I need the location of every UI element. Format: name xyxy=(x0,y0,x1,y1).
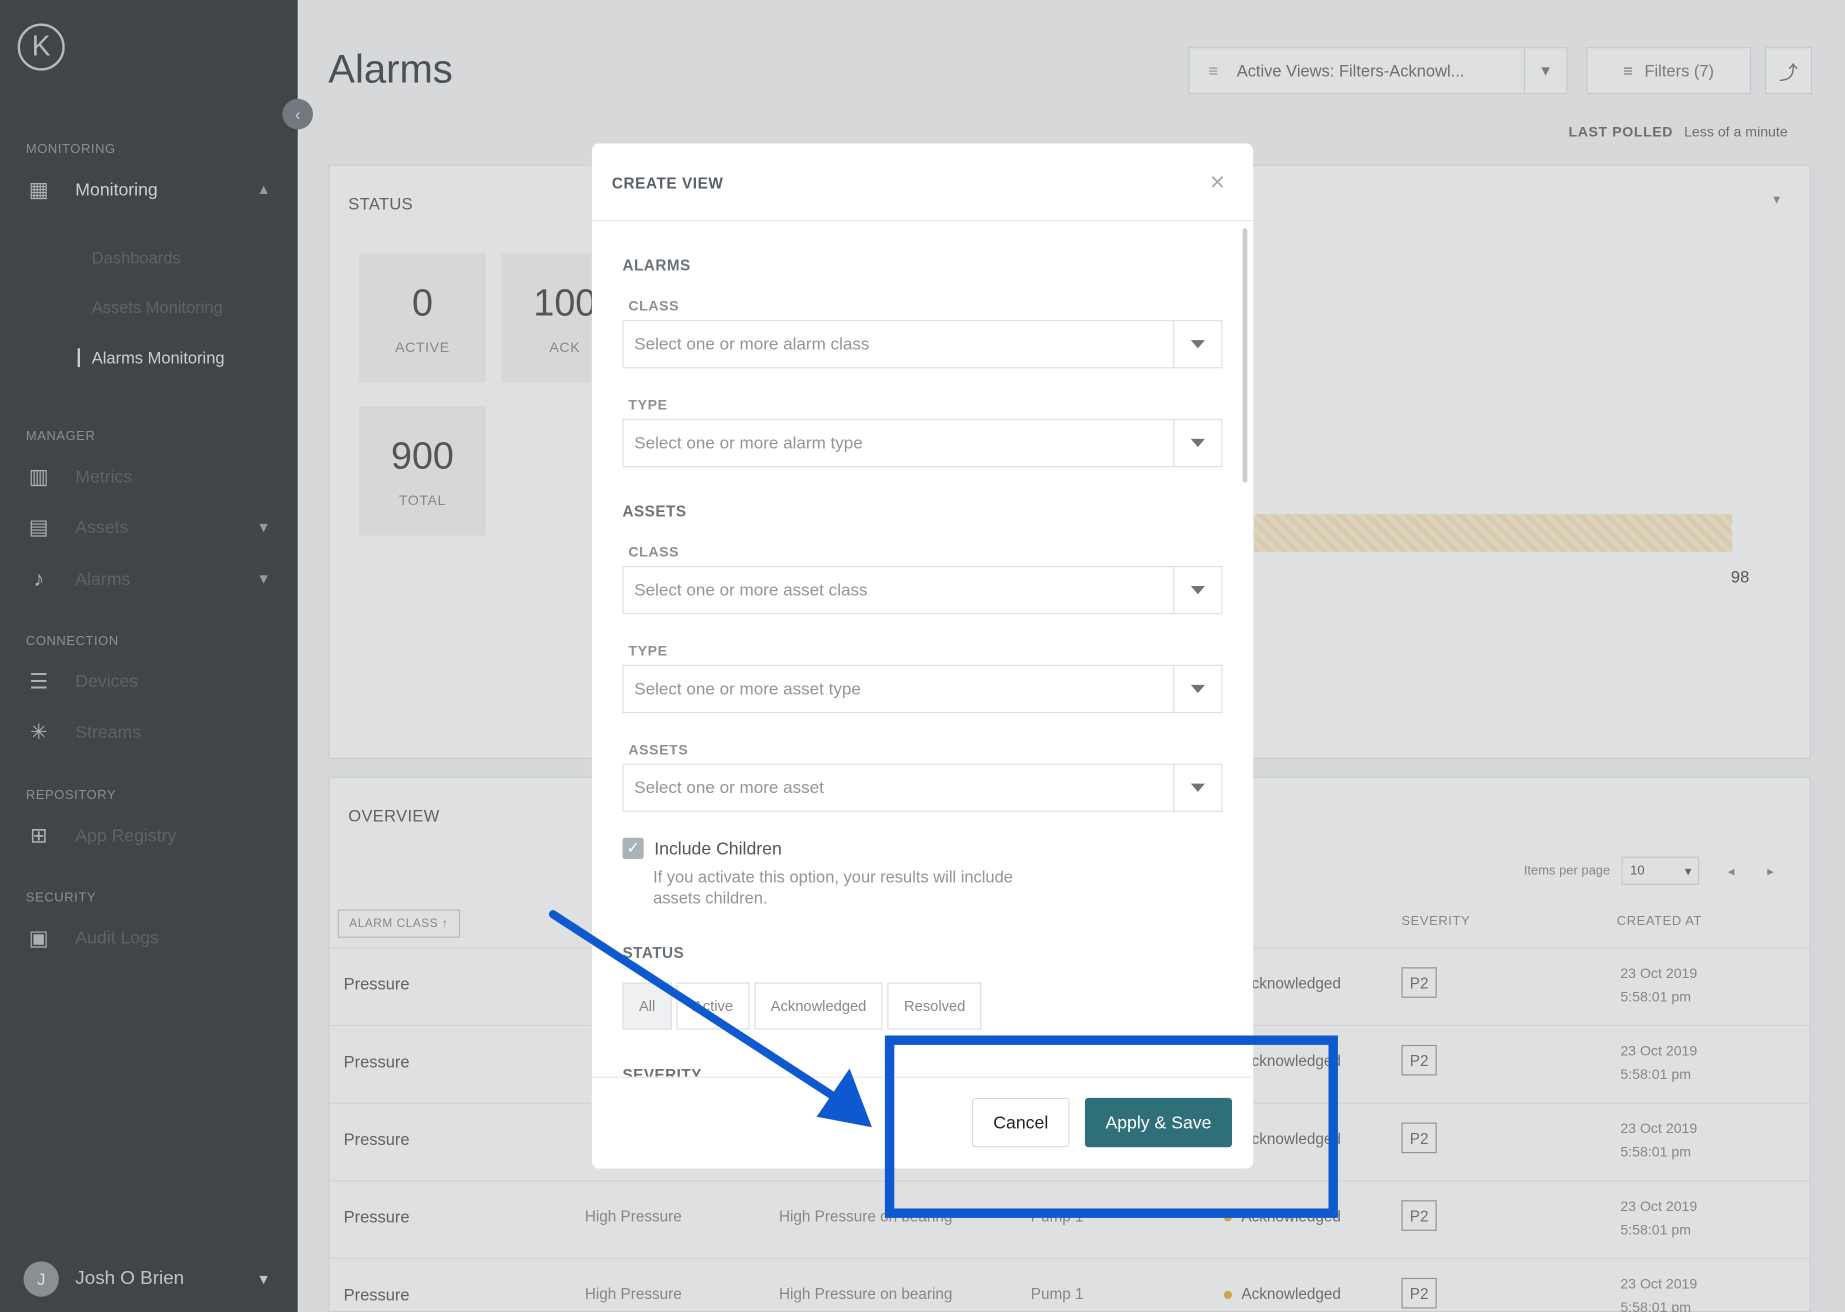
asset-class-select[interactable]: Select one or more asset class xyxy=(622,565,1223,615)
include-children-help: If you activate this option, your result… xyxy=(653,867,1013,908)
assets-label: ASSETS xyxy=(628,741,689,758)
alarms-section-title: ALARMS xyxy=(622,256,691,275)
status-resolved-button[interactable]: Resolved xyxy=(887,982,982,1030)
asset-class-label: CLASS xyxy=(628,543,680,561)
chevron-down-icon[interactable] xyxy=(1173,321,1221,368)
assets-section-title: ASSETS xyxy=(622,502,687,521)
alarm-class-select[interactable]: Select one or more alarm class xyxy=(622,320,1223,369)
status-acknowledged-button[interactable]: Acknowledged xyxy=(754,982,883,1030)
chevron-down-icon[interactable] xyxy=(1173,764,1221,811)
asset-type-label: TYPE xyxy=(628,642,668,659)
app-screen: K ‹ MONITORING ▦ Monitoring ▲ Dashboards… xyxy=(0,0,1845,1312)
chevron-down-icon[interactable] xyxy=(1173,420,1221,466)
status-toggle-group: All Active Acknowledged Resolved xyxy=(622,982,982,1030)
alarm-type-placeholder: Select one or more alarm type xyxy=(634,433,863,453)
modal-scrollbar[interactable] xyxy=(1242,228,1248,483)
close-icon[interactable]: × xyxy=(1210,167,1225,198)
asset-type-placeholder: Select one or more asset type xyxy=(634,679,861,699)
include-children-checkbox[interactable]: ✓ xyxy=(622,837,644,859)
assets-select[interactable]: Select one or more asset xyxy=(622,763,1223,812)
include-children-label: Include Children xyxy=(654,838,782,859)
include-children-row[interactable]: ✓ Include Children xyxy=(622,837,782,859)
alarm-class-label: CLASS xyxy=(628,297,680,315)
asset-type-select[interactable]: Select one or more asset type xyxy=(622,664,1223,714)
status-all-button[interactable]: All xyxy=(622,982,672,1030)
chevron-down-icon[interactable] xyxy=(1173,567,1221,614)
create-view-modal: CREATE VIEW × ALARMS CLASS Select one or… xyxy=(591,143,1254,1169)
asset-class-placeholder: Select one or more asset class xyxy=(634,580,868,600)
assets-placeholder: Select one or more asset xyxy=(634,778,824,798)
alarm-class-placeholder: Select one or more alarm class xyxy=(634,334,870,354)
modal-header: CREATE VIEW × xyxy=(591,144,1254,222)
alarm-type-select[interactable]: Select one or more alarm type xyxy=(622,418,1223,468)
chevron-down-icon[interactable] xyxy=(1173,666,1221,712)
status-active-button[interactable]: Active xyxy=(676,982,750,1030)
alarm-type-label: TYPE xyxy=(628,396,668,414)
annotation-highlight-box xyxy=(884,1035,1338,1218)
status-section-title: STATUS xyxy=(622,943,685,962)
modal-title: CREATE VIEW xyxy=(611,174,724,192)
